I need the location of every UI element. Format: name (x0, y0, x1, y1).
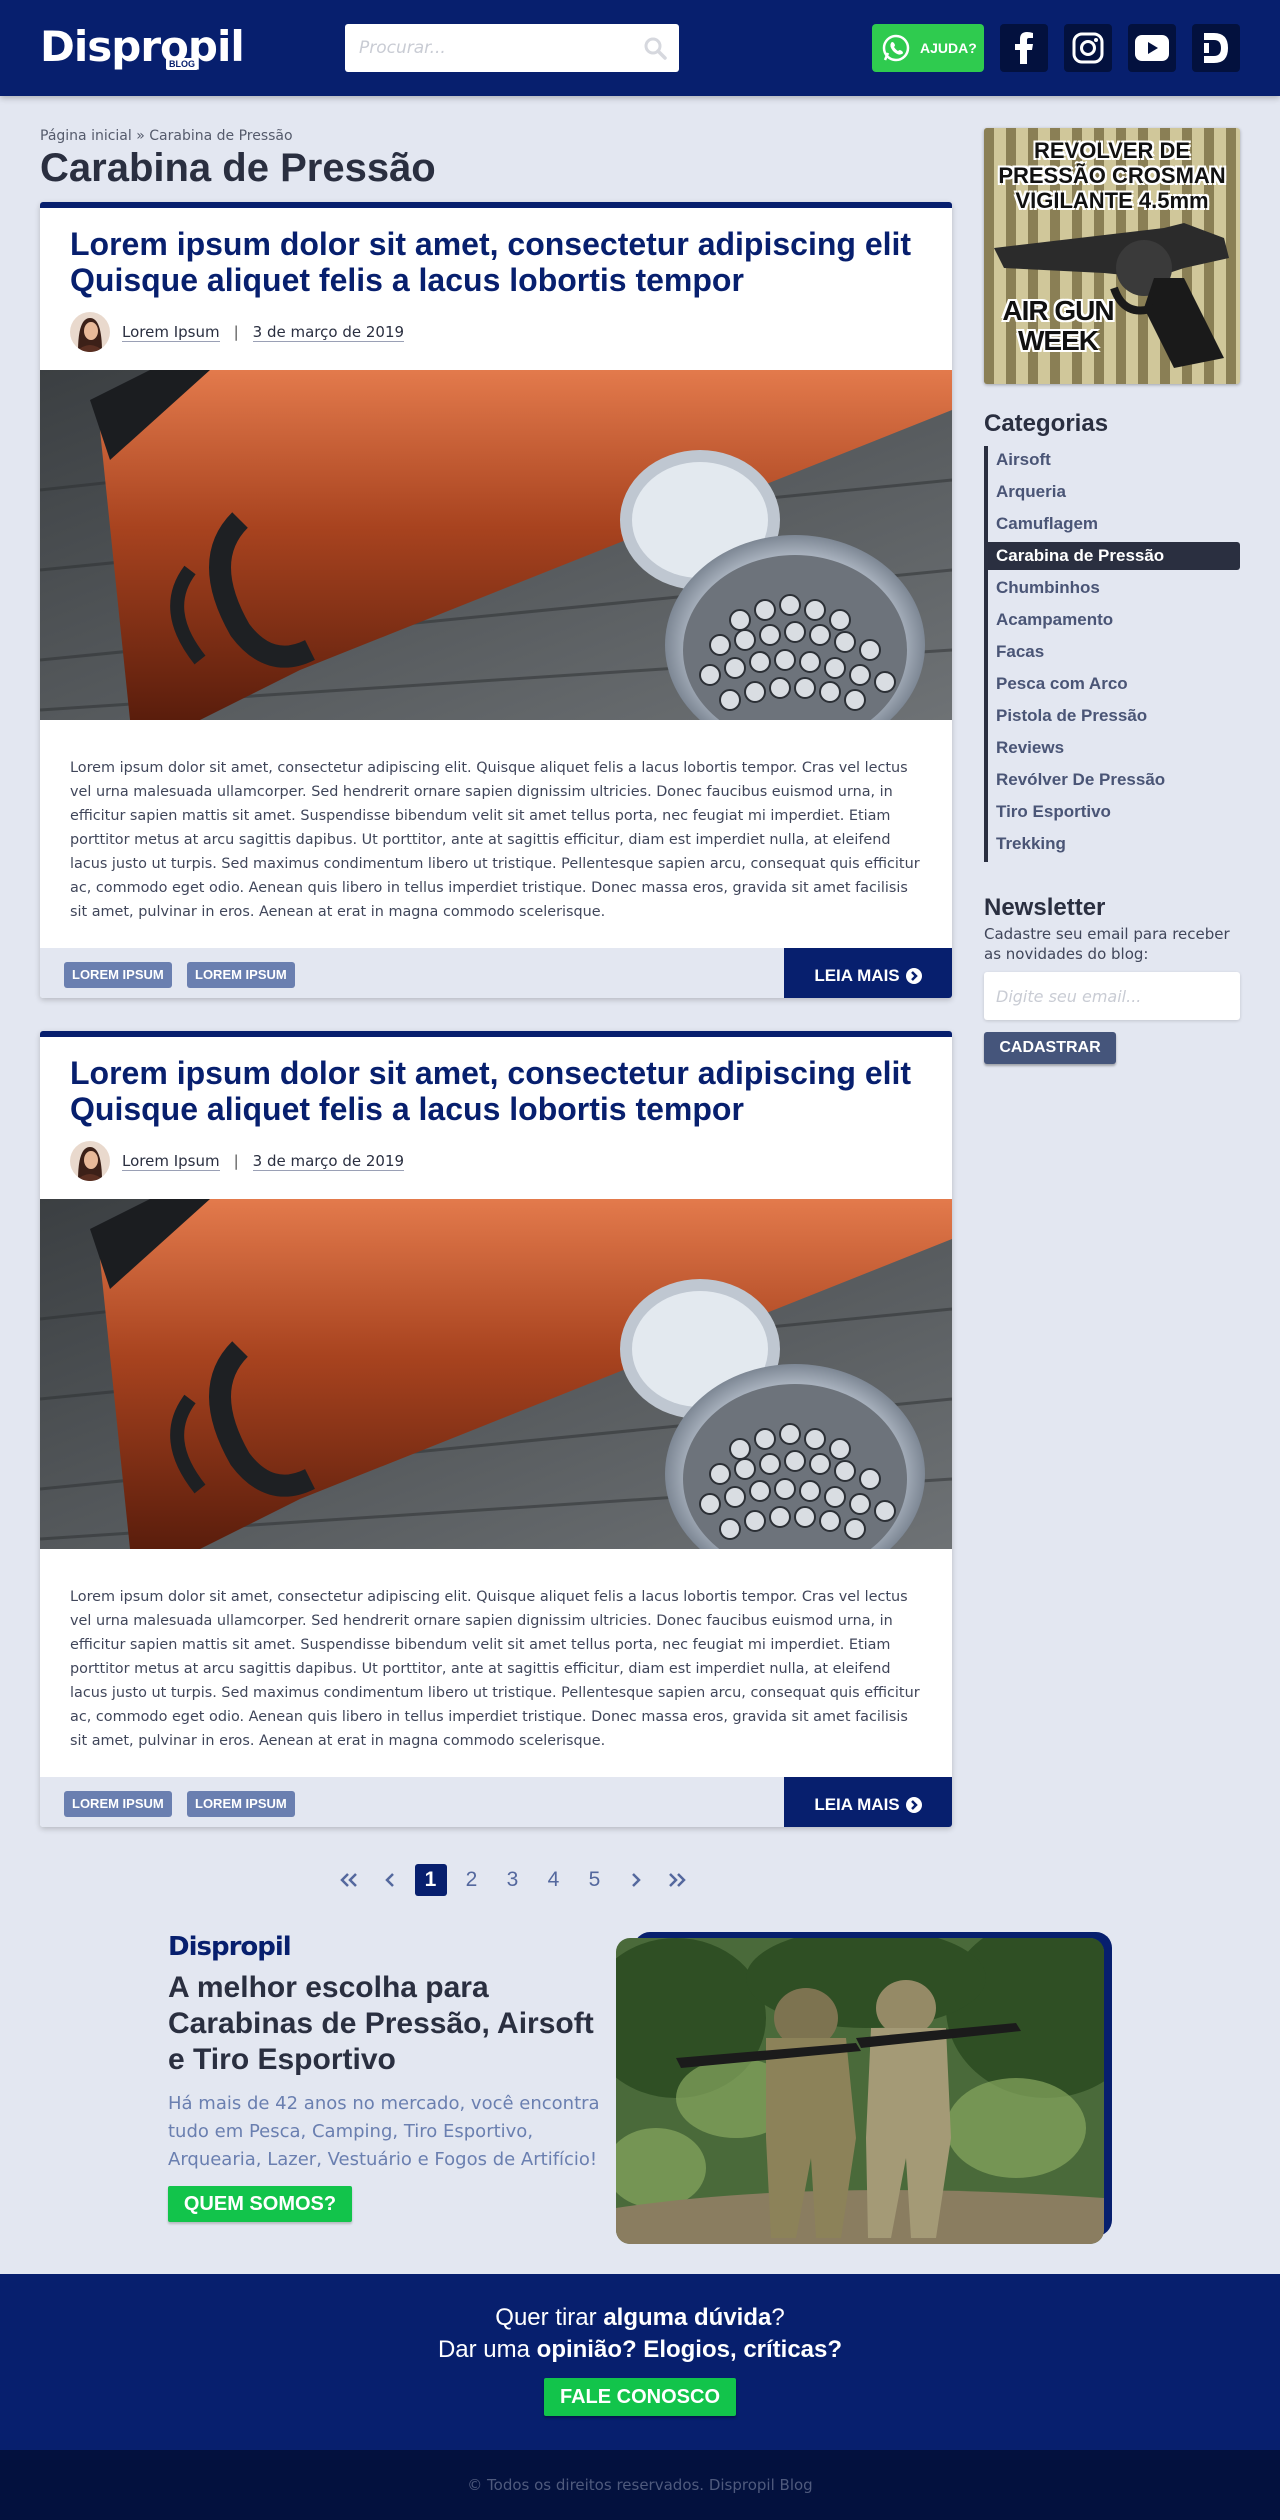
breadcrumb-current: Carabina de Pressão (149, 128, 293, 144)
help-whatsapp-button[interactable]: AJUDA? (872, 24, 984, 72)
breadcrumb-separator: » (136, 128, 145, 144)
post-image[interactable] (40, 370, 952, 720)
category-trekking[interactable]: Trekking (988, 830, 1240, 858)
pagination: 1 2 3 4 5 (328, 1862, 697, 1898)
page-1-button[interactable]: 1 (410, 1864, 451, 1896)
categories-list: Airsoft Arqueria Camuflagem Carabina de … (984, 446, 1240, 862)
prev-page-button[interactable] (369, 1864, 410, 1896)
help-label: AJUDA? (920, 40, 977, 56)
category-camuflagem[interactable]: Camuflagem (988, 510, 1240, 538)
page-4-button[interactable]: 4 (533, 1864, 574, 1896)
page-title: Carabina de Pressão (40, 146, 436, 190)
post-meta: Lorem Ipsum | 3 de março de 2019 (70, 312, 405, 352)
category-arqueria[interactable]: Arqueria (988, 478, 1240, 506)
post-tag[interactable]: LOREM IPSUM (64, 962, 172, 988)
page-3-button[interactable]: 3 (492, 1864, 533, 1896)
post-date[interactable]: 3 de março de 2019 (252, 1152, 405, 1171)
logo-badge: BLOG (166, 58, 198, 70)
categories-title: Categorias (984, 410, 1109, 437)
search-box (345, 24, 679, 72)
post-author[interactable]: Lorem Ipsum (122, 323, 220, 342)
promo-image (616, 1938, 1104, 2244)
author-avatar (70, 1141, 110, 1181)
about-us-button[interactable]: QUEM SOMOS? (168, 2186, 352, 2222)
read-more-label: LEIA MAIS (814, 1795, 900, 1814)
site-header: Dispropil BLOG AJUDA? (0, 0, 1280, 96)
category-acampamento[interactable]: Acampamento (988, 606, 1240, 634)
post-tag[interactable]: LOREM IPSUM (64, 1791, 172, 1817)
author-avatar (70, 312, 110, 352)
post-tag[interactable]: LOREM IPSUM (187, 1791, 295, 1817)
site-footer: © Todos os direitos reservados. Dispropi… (0, 2450, 1280, 2520)
instagram-icon (1072, 32, 1104, 64)
category-reviews[interactable]: Reviews (988, 734, 1240, 762)
contact-band: Quer tirar alguma dúvida? Dar uma opiniã… (0, 2274, 1280, 2450)
meta-separator: | (233, 1152, 239, 1170)
post-card: Lorem ipsum dolor sit amet, consectetur … (40, 1031, 952, 1827)
facebook-link[interactable] (1000, 24, 1048, 72)
meta-separator: | (233, 323, 239, 341)
instagram-link[interactable] (1064, 24, 1112, 72)
category-carabina-de-pressao[interactable]: Carabina de Pressão (988, 542, 1240, 570)
category-tiro-esportivo[interactable]: Tiro Esportivo (988, 798, 1240, 826)
youtube-icon (1135, 35, 1169, 61)
post-title[interactable]: Lorem ipsum dolor sit amet, consectetur … (70, 1055, 930, 1127)
first-page-button[interactable] (328, 1864, 369, 1896)
newsletter-subscribe-button[interactable]: CADASTRAR (984, 1032, 1116, 1064)
site-logo[interactable]: Dispropil (40, 22, 245, 71)
search-icon[interactable] (643, 36, 667, 60)
double-chevron-left-icon (339, 1873, 357, 1887)
promo-logo: Dispropil (168, 1932, 292, 1962)
newsletter-email-input[interactable] (984, 972, 1240, 1020)
post-card: Lorem ipsum dolor sit amet, consectetur … (40, 202, 952, 998)
search-input[interactable] (345, 24, 635, 72)
chevron-right-icon (631, 1873, 641, 1887)
post-footer: LOREM IPSUM LOREM IPSUM LEIA MAIS (40, 948, 952, 998)
whatsapp-icon (882, 34, 910, 62)
double-chevron-right-icon (668, 1873, 686, 1887)
next-page-button[interactable] (615, 1864, 656, 1896)
page-5-button[interactable]: 5 (574, 1864, 615, 1896)
read-more-button[interactable]: LEIA MAIS (784, 1777, 952, 1827)
post-meta: Lorem Ipsum | 3 de março de 2019 (70, 1141, 405, 1181)
category-airsoft[interactable]: Airsoft (988, 446, 1240, 474)
category-pesca-com-arco[interactable]: Pesca com Arco (988, 670, 1240, 698)
post-date[interactable]: 3 de março de 2019 (252, 323, 405, 342)
post-footer: LOREM IPSUM LOREM IPSUM LEIA MAIS (40, 1777, 952, 1827)
read-more-button[interactable]: LEIA MAIS (784, 948, 952, 998)
dispropil-icon (1204, 33, 1228, 63)
post-excerpt: Lorem ipsum dolor sit amet, consectetur … (70, 760, 920, 920)
category-facas[interactable]: Facas (988, 638, 1240, 666)
ad-subline: AIR GUN WEEK (1002, 295, 1114, 356)
newsletter-title: Newsletter (984, 894, 1106, 921)
last-page-button[interactable] (656, 1864, 697, 1896)
category-revolver-de-pressao[interactable]: Revólver De Pressão (988, 766, 1240, 794)
page-2-button[interactable]: 2 (451, 1864, 492, 1896)
facebook-icon (1015, 32, 1033, 64)
category-pistola-de-pressao[interactable]: Pistola de Pressão (988, 702, 1240, 730)
ad-headline: REVOLVER DE PRESSÃO CROSMAN VIGILANTE 4.… (998, 138, 1226, 213)
breadcrumb: Página inicial » Carabina de Pressão (40, 128, 293, 144)
breadcrumb-home[interactable]: Página inicial (40, 128, 132, 144)
contact-line-1: Quer tirar alguma dúvida? (495, 2304, 785, 2331)
contact-us-button[interactable]: FALE CONOSCO (544, 2378, 736, 2416)
post-image[interactable] (40, 1199, 952, 1549)
dispropil-link[interactable] (1192, 24, 1240, 72)
post-author[interactable]: Lorem Ipsum (122, 1152, 220, 1171)
chevron-right-circle-icon (905, 1797, 922, 1813)
promo-title: A melhor escolha para Carabinas de Press… (168, 1971, 594, 2076)
post-title[interactable]: Lorem ipsum dolor sit amet, consectetur … (70, 226, 930, 298)
promo-description: Há mais de 42 anos no mercado, você enco… (168, 2093, 600, 2170)
sidebar-ad-banner[interactable]: REVOLVER DE PRESSÃO CROSMAN VIGILANTE 4.… (984, 128, 1240, 384)
post-tag[interactable]: LOREM IPSUM (187, 962, 295, 988)
newsletter-text: Cadastre seu email para receber as novid… (984, 925, 1230, 963)
category-chumbinhos[interactable]: Chumbinhos (988, 574, 1240, 602)
youtube-link[interactable] (1128, 24, 1176, 72)
chevron-right-circle-icon (905, 968, 922, 984)
chevron-left-icon (384, 1873, 394, 1887)
post-excerpt: Lorem ipsum dolor sit amet, consectetur … (70, 1589, 920, 1749)
contact-line-2: Dar uma opinião? Elogios, críticas? (437, 2336, 843, 2363)
read-more-label: LEIA MAIS (814, 966, 900, 985)
